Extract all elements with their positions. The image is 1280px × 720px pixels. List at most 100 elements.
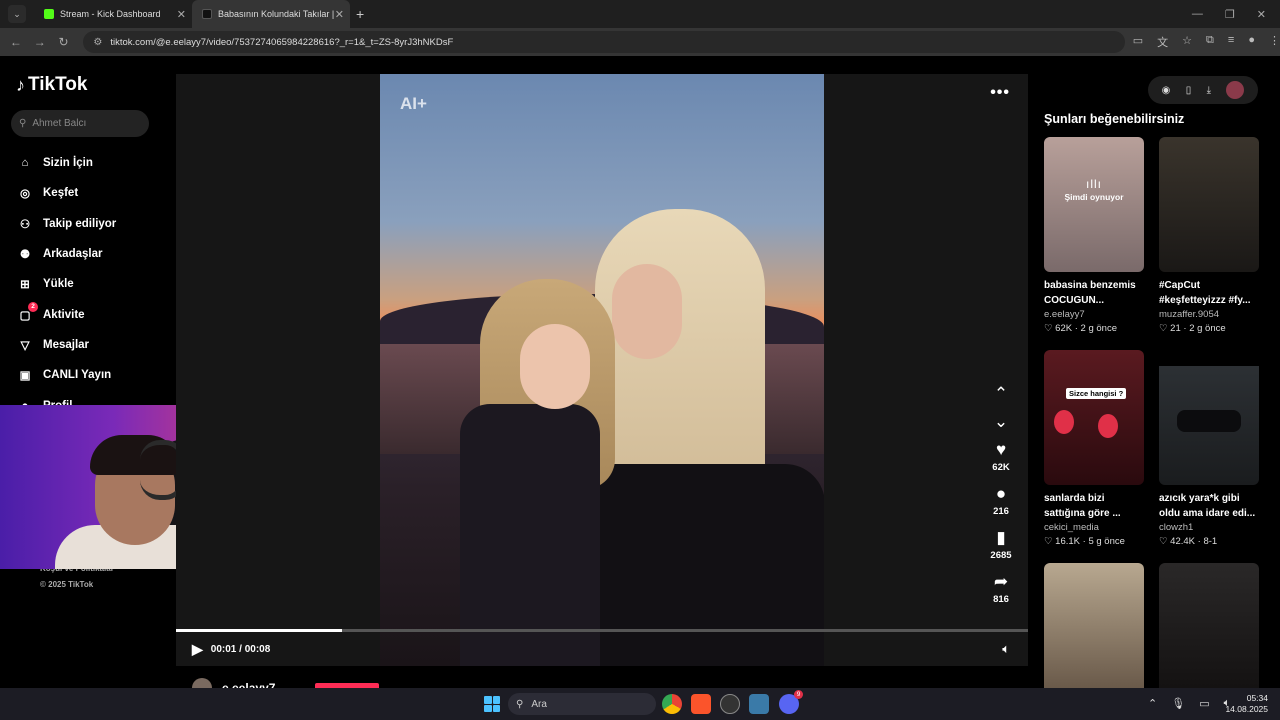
obs-icon[interactable] [720, 694, 740, 714]
sidebar-item-live[interactable]: ▣ CANLI Yayın [16, 360, 116, 390]
video-player[interactable]: AI+ ••• ⌃ ⌄ ♥ 62K ● 216 ▮ 2685 ➦ 816 ▶ 00:01… [176, 74, 1028, 666]
rec-meta: ♡ 16.1K · 5 g önce [1044, 536, 1125, 547]
url-field[interactable]: ⚙ tiktok.com/@e.eelayy7/video/7537274065… [83, 31, 1125, 53]
cast-icon[interactable]: ▭ [1133, 34, 1143, 50]
volume-icon[interactable]: 🔈︎ [1002, 641, 1010, 657]
taskbar-search[interactable]: ⚲ Ara [508, 693, 656, 715]
rec-thumbnail[interactable]: ıllı Şimdi oynuyor [1044, 137, 1144, 272]
rec-description: azıcık yara*k gibi oldu ama idare edi... [1159, 493, 1256, 519]
app-icon[interactable] [749, 694, 769, 714]
sidebar-item-activity[interactable]: ▢ 2 Aktivite [16, 299, 116, 329]
reading-list-icon[interactable]: ≡ [1228, 34, 1234, 50]
rec-card[interactable]: ıllı Şimdi oynuyor babasina benzemis COC… [1044, 137, 1144, 334]
translate-icon[interactable]: 文 [1157, 34, 1168, 50]
profile-avatar-icon[interactable]: ● [1248, 34, 1255, 50]
sidebar-item-label: Mesajlar [43, 338, 90, 351]
rec-card[interactable]: Sizce hangisi ? sanlarda bizi sattığına … [1044, 350, 1144, 547]
network-icon[interactable]: ▭ [1199, 697, 1209, 710]
tiktok-favicon-icon [202, 9, 212, 19]
heart-outline-icon: ♡ [1044, 323, 1053, 334]
now-playing-label: Şimdi oynuyor [1064, 192, 1124, 202]
tray-chevron-icon[interactable]: ⌃ [1148, 697, 1157, 710]
back-icon[interactable]: ← [4, 35, 28, 49]
rec-thumbnail[interactable] [1159, 563, 1259, 688]
site-info-icon[interactable]: ⚙ [93, 37, 102, 48]
comment-button[interactable]: ● 216 [986, 484, 1016, 517]
user-avatar[interactable] [1226, 81, 1245, 99]
brave-icon[interactable] [691, 694, 711, 714]
tab-list-button[interactable]: ⌄ [8, 5, 26, 23]
tab-kick-dashboard[interactable]: Stream - Kick Dashboard ✕ [34, 0, 192, 28]
restore-icon[interactable]: ❐ [1225, 8, 1235, 21]
rec-thumbnail[interactable] [1044, 563, 1144, 688]
microphone-icon[interactable]: 🎙︎ [1171, 697, 1185, 710]
video-frame[interactable]: AI+ [380, 74, 824, 666]
share-arrow-icon: ➦ [993, 572, 1009, 591]
rec-card[interactable]: azıcık yara*k gibi oldu ama idare edi...… [1159, 350, 1259, 547]
device-icon[interactable]: ▯ [1186, 85, 1192, 96]
rec-thumbnail[interactable] [1159, 137, 1259, 272]
tab-close-icon[interactable]: ✕ [335, 8, 344, 21]
tiktok-page: ♪ TikTok ⚲ Ahmet Balcı ⌂ Sizin İçin ◎ Keşf… [0, 56, 1280, 698]
bookmark-icon: ▮ [996, 528, 1006, 547]
girl-face [520, 324, 590, 409]
rec-user[interactable]: e.eelayy7 [1044, 309, 1144, 320]
share-button[interactable]: ➦ 816 [986, 572, 1016, 605]
rec-likes: 62K [1055, 323, 1073, 334]
close-window-icon[interactable]: ✕ [1257, 8, 1266, 21]
rec-age: 2 g önce [1080, 323, 1117, 334]
ai-generated-tag: AI+ [400, 94, 427, 113]
rec-description: sanlarda bizi sattığına göre ... [1044, 493, 1121, 519]
tiktok-logo[interactable]: ♪ TikTok [16, 74, 87, 96]
heart-outline-icon: ♡ [1159, 536, 1168, 547]
coin-icon[interactable]: ◉ [1162, 85, 1171, 96]
rec-user[interactable]: muzaffer.9054 [1159, 309, 1259, 320]
bookmark-star-icon[interactable]: ☆ [1182, 34, 1192, 50]
girl-body [460, 404, 600, 666]
forward-icon[interactable]: → [28, 35, 52, 49]
reload-icon[interactable]: ↻ [52, 35, 76, 49]
rec-user[interactable]: clowzh1 [1159, 522, 1259, 533]
rec-thumbnail[interactable]: Sizce hangisi ? [1044, 350, 1144, 485]
tab-tiktok-video[interactable]: Babasının Kolundaki Takılar | Til ✕ [192, 0, 350, 28]
comment-icon: ● [995, 484, 1007, 503]
save-count: 2685 [990, 550, 1012, 561]
previous-video-button[interactable]: ⌃ [986, 384, 1016, 404]
search-input[interactable]: ⚲ Ahmet Balcı [11, 110, 149, 137]
sidebar-item-messages[interactable]: ▽ Mesajlar [16, 330, 116, 360]
discord-icon[interactable]: 9 [779, 690, 803, 714]
video-progress-bar[interactable] [176, 629, 1028, 632]
rec-user[interactable]: cekici_media [1044, 522, 1144, 533]
heart-icon: ♥ [995, 440, 1007, 459]
tab-close-icon[interactable]: ✕ [177, 8, 186, 21]
sidebar-item-label: Keşfet [43, 187, 79, 200]
sidebar-item-following[interactable]: ⚇ Takip ediliyor [16, 209, 116, 239]
play-icon[interactable]: ▶ [192, 641, 203, 658]
more-options-button[interactable]: ••• [990, 84, 1010, 102]
download-icon[interactable]: ⤓ [1207, 85, 1211, 96]
new-tab-button[interactable]: + [356, 6, 364, 22]
sidebar-item-label: CANLI Yayın [43, 369, 112, 382]
sidebar-item-upload[interactable]: ⊞ Yükle [16, 269, 116, 299]
tab-title: Stream - Kick Dashboard [60, 9, 161, 19]
next-video-button[interactable]: ⌄ [986, 412, 1016, 432]
sidebar-item-for-you[interactable]: ⌂ Sizin İçin [16, 148, 116, 178]
tab-title: Babasının Kolundaki Takılar | Til [218, 9, 336, 19]
chrome-icon[interactable] [662, 694, 682, 714]
rec-card[interactable] [1044, 563, 1144, 688]
taskbar-clock[interactable]: 05:34 14.08.2025 [1225, 693, 1268, 715]
rec-card[interactable]: #CapCut #keşfetteyizzz #fy... muzaffer.9… [1159, 137, 1259, 334]
like-button[interactable]: ♥ 62K [986, 440, 1016, 473]
minimize-icon[interactable]: — [1192, 8, 1203, 21]
windows-start-icon[interactable] [484, 696, 500, 712]
rec-card[interactable] [1159, 563, 1259, 688]
sidebar-item-explore[interactable]: ◎ Keşfet [16, 178, 116, 208]
sidebar-item-friends[interactable]: ⚉ Arkadaşlar [16, 239, 116, 269]
extensions-icon[interactable]: ⧉ [1206, 34, 1214, 50]
browser-tab-strip: ⌄ Stream - Kick Dashboard ✕ Babasının Ko… [0, 0, 1280, 28]
save-button[interactable]: ▮ 2685 [986, 528, 1016, 561]
rec-thumbnail[interactable] [1159, 350, 1259, 485]
menu-icon[interactable]: ⋮ [1269, 34, 1280, 50]
sidebar-item-label: Yükle [43, 278, 74, 291]
system-tray: ⌃ 🎙︎ ▭ 🔈︎ [1148, 697, 1230, 710]
